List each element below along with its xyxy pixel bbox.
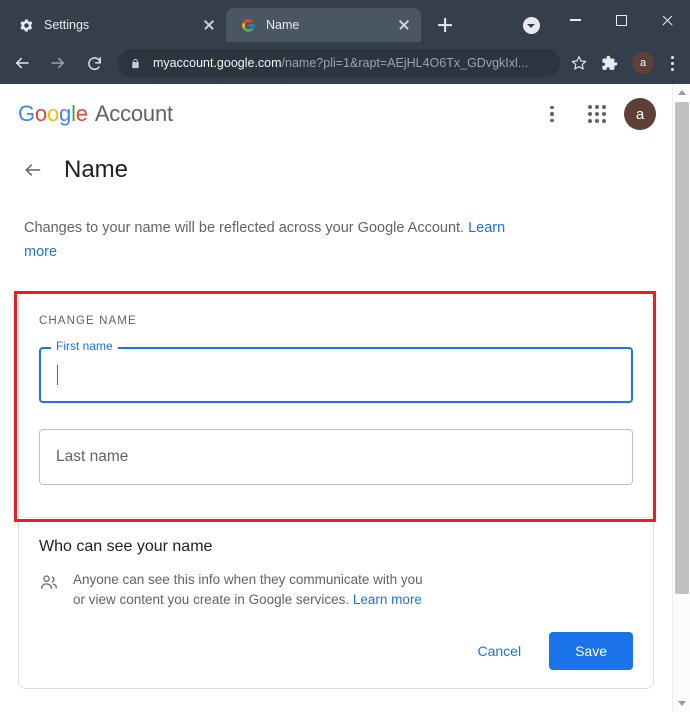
browser-menu-icon[interactable] [660,50,684,76]
last-name-input[interactable]: Last name [39,429,633,485]
tab-settings[interactable]: Settings [4,8,226,42]
visibility-text: Anyone can see this info when they commu… [73,570,433,610]
address-bar[interactable]: myaccount.google.com/name?pli=1&rapt=AEj… [118,49,560,77]
page-header: Name [0,144,672,190]
logo-letter-o1: o [34,101,47,126]
account-avatar[interactable]: a [624,98,656,130]
back-arrow-icon[interactable] [20,157,46,183]
product-name: Account [94,101,173,126]
new-tab-button[interactable] [431,11,459,39]
browser-chrome: Settings Name myaccount.google.com/name?… [0,0,690,84]
tab-strip: Settings Name [0,0,690,42]
tab-title: Settings [44,18,90,32]
lock-icon [130,57,143,70]
visibility-heading: Who can see your name [39,538,213,555]
reload-button-icon[interactable] [78,47,110,79]
extensions-puzzle-icon[interactable] [594,48,624,78]
google-g-icon [240,17,256,33]
form-actions: Cancel Save [19,610,653,688]
scroll-down-arrow-icon[interactable] [673,695,690,712]
page-content: Google Account a Name Changes to your nam… [0,84,690,712]
save-button[interactable]: Save [549,632,633,670]
close-icon[interactable] [395,16,413,34]
intro-text: Changes to your name will be reflected a… [0,190,560,264]
page-title: Name [64,156,129,183]
logo-letter-G: G [18,101,35,126]
back-button-icon[interactable] [6,47,38,79]
page-viewport: Google Account a Name Changes to your nam… [0,84,672,712]
window-controls [552,0,690,40]
browser-profile-avatar[interactable]: a [632,52,654,74]
tab-name[interactable]: Name [226,8,421,42]
first-name-input[interactable] [39,347,633,403]
visibility-learn-more-link[interactable]: Learn more [353,592,422,607]
last-name-placeholder: Last name [56,448,129,465]
first-name-label: First name [51,339,118,353]
close-window-button[interactable] [644,0,690,40]
tab-title: Name [266,18,300,32]
change-name-card: CHANGE NAME First name Last name Who can… [18,292,654,689]
google-apps-grid-icon[interactable] [580,97,614,131]
first-name-field[interactable]: First name [39,339,633,403]
tab-search-icon[interactable] [517,11,545,39]
url-domain: myaccount.google.com [153,56,282,70]
people-icon [39,572,61,610]
scrollbar-thumb[interactable] [675,102,689,594]
browser-window: Settings Name myaccount.google.com/name?… [0,0,690,712]
page-scrollbar[interactable] [672,84,690,712]
visibility-section: Who can see your name Anyone can see thi… [19,517,653,610]
forward-button-icon[interactable] [42,47,74,79]
address-text: myaccount.google.com/name?pli=1&rapt=AEj… [153,56,550,70]
logo-letter-g: g [59,101,72,126]
gear-icon [18,17,34,33]
scroll-up-arrow-icon[interactable] [673,84,690,101]
last-name-field[interactable]: Last name [39,429,633,485]
browser-toolbar: myaccount.google.com/name?pli=1&rapt=AEj… [0,42,690,84]
minimize-button[interactable] [552,0,598,40]
url-path: /name?pli=1&rapt=AEjHL4O6Tx_GDvgkIxl... [281,56,529,70]
logo-letter-o2: o [46,101,60,126]
google-account-header: Google Account a [0,84,672,144]
section-label: CHANGE NAME [39,315,137,327]
google-logo: Google Account [18,101,173,127]
maximize-button[interactable] [598,0,644,40]
header-menu-icon[interactable] [538,100,566,128]
cancel-button[interactable]: Cancel [465,633,533,669]
bookmark-star-icon[interactable] [566,50,592,76]
text-caret [57,365,59,385]
change-name-form: CHANGE NAME First name Last name [19,293,653,517]
visibility-row: Anyone can see this info when they commu… [39,570,633,610]
logo-letter-e: e [75,101,88,126]
intro-sentence: Changes to your name will be reflected a… [24,220,465,236]
close-icon[interactable] [200,16,218,34]
